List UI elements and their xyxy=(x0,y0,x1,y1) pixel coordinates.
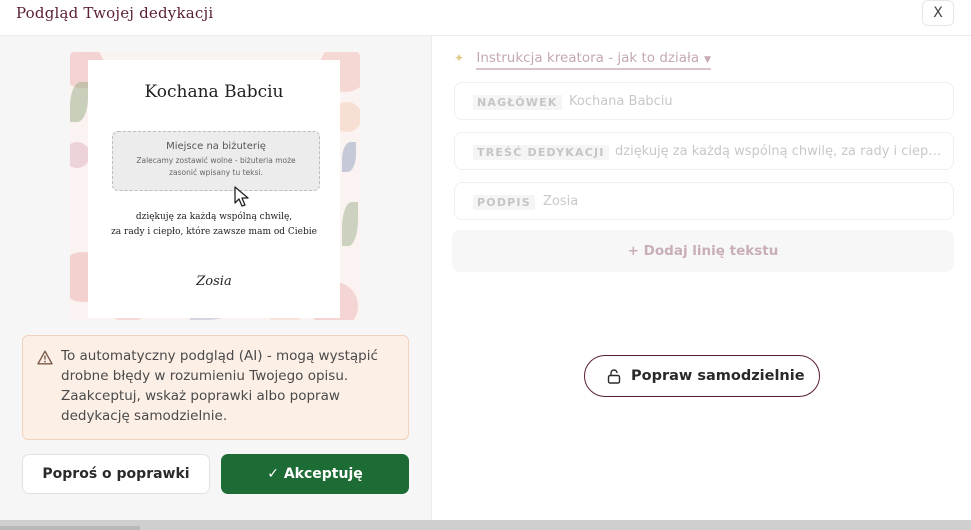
card-body-line: za rady i ciepło, które zawsze mam od Ci… xyxy=(111,227,317,237)
card-signature: Zosia xyxy=(196,274,232,289)
jewelry-placeholder-note: Zalecamy zostawić wolne - biżuteria może… xyxy=(136,156,296,177)
caret-down-icon: ▼ xyxy=(704,55,712,65)
heading-field-value: Kochana Babciu xyxy=(569,94,673,109)
flower-decoration xyxy=(70,142,90,168)
card-paper: Kochana Babciu Miejsce na biżuterię Zale… xyxy=(88,60,340,318)
jewelry-placeholder: Miejsce na biżuterię Zalecamy zostawić w… xyxy=(112,131,320,191)
signature-field[interactable]: PODPIS Zosia xyxy=(454,182,954,220)
editor-panel: ✦ Instrukcja kreatora - jak to działa ▼ N… xyxy=(431,36,971,520)
notice-text: To automatyczny podgląd (AI) - mogą wyst… xyxy=(61,348,378,424)
warning-icon xyxy=(37,350,53,365)
instructions-toggle[interactable]: ✦ Instrukcja kreatora - jak to działa ▼ xyxy=(454,50,712,70)
close-button[interactable]: X xyxy=(922,0,954,26)
heading-field[interactable]: NAGŁÓWEK Kochana Babciu xyxy=(454,82,954,120)
signature-field-label: PODPIS xyxy=(473,195,535,210)
preview-panel: Kochana Babciu Miejsce na biżuterię Zale… xyxy=(0,36,431,520)
accept-button[interactable]: ✓ Akceptuję xyxy=(221,454,409,494)
fix-yourself-button[interactable]: Popraw samodzielnie xyxy=(584,355,820,397)
signature-field-value: Zosia xyxy=(543,194,579,209)
modal-header: Podgląd Twojej dedykacji X xyxy=(0,0,971,36)
dedication-text-field[interactable]: TREŚĆ DEDYKACJI dziękuję za każdą wspóln… xyxy=(454,132,954,170)
fix-yourself-label: Popraw samodzielnie xyxy=(631,368,805,384)
close-icon: X xyxy=(933,5,943,21)
leaf-decoration xyxy=(342,142,356,172)
heading-field-label: NAGŁÓWEK xyxy=(473,95,562,110)
card-body-line: dziękuję za każdą wspólną chwilę, xyxy=(135,212,293,222)
leaf-decoration xyxy=(342,202,358,246)
instructions-link[interactable]: Instrukcja kreatora - jak to działa ▼ xyxy=(476,50,712,70)
add-text-line-button[interactable]: + Dodaj linię tekstu xyxy=(452,230,954,272)
ai-preview-notice: To automatyczny podgląd (AI) - mogą wyst… xyxy=(22,335,409,440)
card-body-text: dziękuję za każdą wspólną chwilę, za rad… xyxy=(98,210,330,240)
cursor-icon xyxy=(234,186,249,207)
card-heading: Kochana Babciu xyxy=(144,82,284,102)
footer-strip xyxy=(0,520,971,530)
dedication-text-field-label: TREŚĆ DEDYKACJI xyxy=(473,145,609,160)
sparkle-icon: ✦ xyxy=(454,51,465,65)
jewelry-placeholder-title: Miejsce na biżuterię xyxy=(166,141,266,152)
dedication-text-field-value: dziękuję za każdą wspólną chwilę, za rad… xyxy=(615,144,943,159)
modal-title: Podgląd Twojej dedykacji xyxy=(16,4,214,22)
request-fix-button[interactable]: Poproś o poprawki xyxy=(22,454,210,494)
unlock-icon xyxy=(607,369,621,384)
leaf-decoration xyxy=(70,82,88,122)
instructions-label: Instrukcja kreatora - jak to działa xyxy=(476,50,700,66)
footer-tab xyxy=(0,526,140,530)
dedication-preview-card: Kochana Babciu Miejsce na biżuterię Zale… xyxy=(70,52,360,320)
